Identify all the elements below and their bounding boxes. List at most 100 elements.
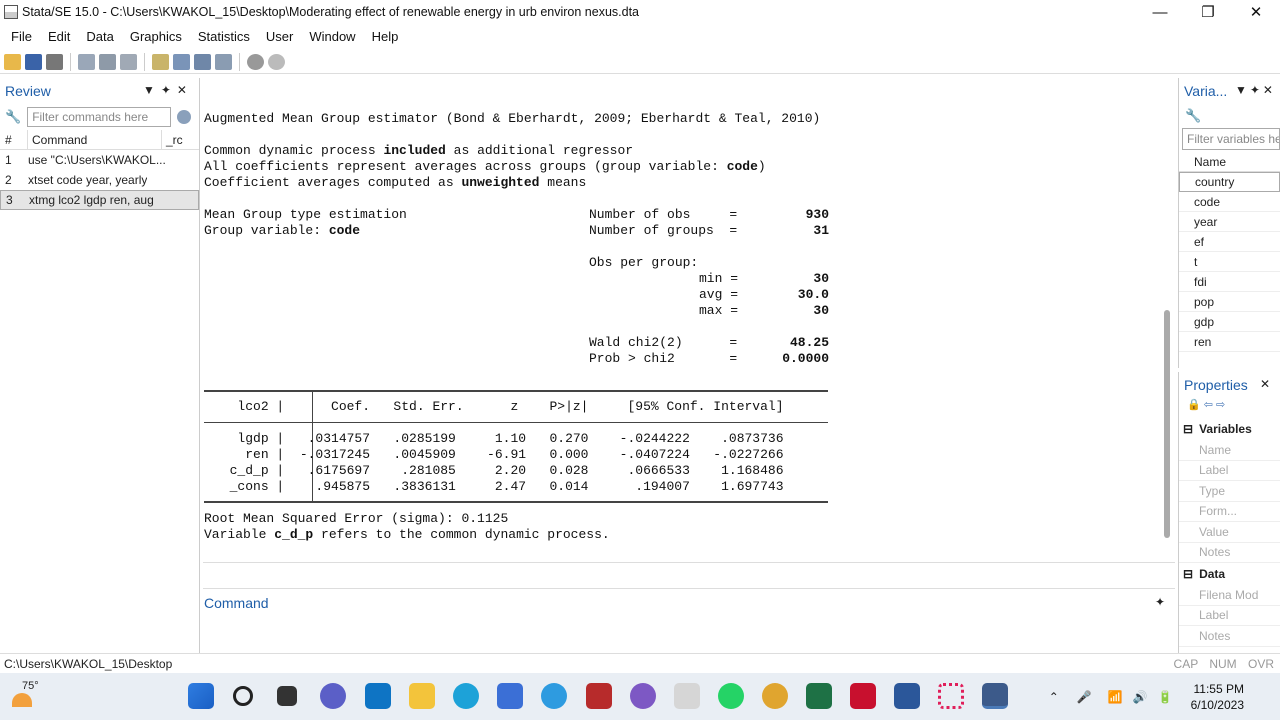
volume-icon[interactable]: 🔊 bbox=[1133, 690, 1148, 704]
command-panel[interactable]: Command ✦ bbox=[203, 588, 1175, 653]
variable-item[interactable]: fdi bbox=[1179, 272, 1280, 292]
edge-icon[interactable] bbox=[453, 683, 479, 709]
close-button[interactable]: ✕ bbox=[1232, 0, 1280, 24]
app-icon[interactable] bbox=[674, 683, 700, 709]
variable-item[interactable]: pop bbox=[1179, 292, 1280, 312]
slack-icon[interactable] bbox=[938, 683, 964, 709]
acrobat-icon[interactable] bbox=[850, 683, 876, 709]
help-icon[interactable] bbox=[541, 683, 567, 709]
properties-section-variables[interactable]: ⊟ Variables bbox=[1179, 418, 1280, 440]
data-editor-icon[interactable] bbox=[173, 53, 190, 70]
results-text-bold: included bbox=[383, 143, 446, 158]
word-icon[interactable] bbox=[894, 683, 920, 709]
review-filter-input[interactable]: Filter commands here bbox=[27, 107, 172, 127]
nobs-label: Number of obs = bbox=[589, 207, 738, 222]
properties-header: Properties ✕ bbox=[1179, 372, 1280, 398]
menu-file[interactable]: File bbox=[3, 29, 40, 44]
maximize-button[interactable]: ❐ bbox=[1184, 0, 1232, 24]
do-file-editor-icon[interactable] bbox=[152, 53, 169, 70]
battery-icon[interactable]: 🔋 bbox=[1158, 690, 1173, 704]
data-browser-icon[interactable] bbox=[194, 53, 211, 70]
open-icon[interactable] bbox=[4, 53, 21, 70]
whatsapp-icon[interactable] bbox=[718, 683, 744, 709]
results-heading: Augmented Mean Group estimator (Bond & E… bbox=[204, 111, 821, 126]
chrome-icon[interactable] bbox=[762, 683, 788, 709]
panel-controls[interactable]: ▼✦✕ bbox=[143, 83, 193, 97]
variable-item[interactable]: t bbox=[1179, 252, 1280, 272]
log-icon[interactable] bbox=[78, 53, 95, 70]
review-item[interactable]: 1 use "C:\Users\KWAKOL... bbox=[0, 150, 199, 170]
variable-item[interactable]: code bbox=[1179, 192, 1280, 212]
menu-help[interactable]: Help bbox=[364, 29, 407, 44]
property-row: Form... bbox=[1179, 502, 1280, 522]
wrench-icon[interactable]: 🔧 bbox=[5, 109, 21, 125]
search-icon[interactable] bbox=[233, 686, 253, 706]
results-text-bold: c_d_p bbox=[274, 527, 314, 542]
more-icon[interactable] bbox=[247, 53, 264, 70]
break-icon[interactable] bbox=[268, 53, 285, 70]
results-hscrollbar[interactable] bbox=[203, 562, 1175, 582]
menu-user[interactable]: User bbox=[258, 29, 301, 44]
avg-label: avg = bbox=[699, 287, 739, 302]
wifi-icon[interactable]: 📶 bbox=[1108, 690, 1123, 704]
review-item[interactable]: 2 xtset code year, yearly bbox=[0, 170, 199, 190]
review-item-selected[interactable]: 3 xtmg lco2 lgdp ren, aug bbox=[0, 190, 199, 210]
menu-window[interactable]: Window bbox=[301, 29, 363, 44]
variable-item[interactable]: year bbox=[1179, 212, 1280, 232]
save-icon[interactable] bbox=[25, 53, 42, 70]
properties-section-data[interactable]: ⊟ Data bbox=[1179, 563, 1280, 585]
viewer-icon[interactable] bbox=[99, 53, 116, 70]
variables-manager-icon[interactable] bbox=[215, 53, 232, 70]
microphone-icon[interactable]: 🎤 bbox=[1077, 690, 1092, 704]
wald-label: Wald chi2(2) = bbox=[589, 335, 738, 350]
windows-start-icon[interactable] bbox=[188, 683, 214, 709]
scrollbar-thumb[interactable] bbox=[1164, 310, 1170, 538]
section-label: Variables bbox=[1199, 422, 1252, 436]
minimize-button[interactable]: — bbox=[1136, 0, 1184, 24]
app-icon[interactable] bbox=[630, 683, 656, 709]
menu-edit[interactable]: Edit bbox=[40, 29, 78, 44]
col-rc[interactable]: _rc bbox=[162, 133, 183, 147]
weather-widget[interactable]: 75° bbox=[8, 679, 40, 711]
wrench-icon[interactable]: 🔧 bbox=[1179, 104, 1280, 128]
ngroups-label: Number of groups = bbox=[589, 223, 738, 238]
variable-item[interactable]: gdp bbox=[1179, 312, 1280, 332]
store-icon[interactable] bbox=[497, 683, 523, 709]
review-item-cmd: xtset code year, yearly bbox=[28, 173, 148, 187]
graph-icon[interactable] bbox=[120, 53, 137, 70]
excel-icon[interactable] bbox=[806, 683, 832, 709]
col-num[interactable]: # bbox=[0, 130, 28, 149]
results-text: All coefficients represent averages acro… bbox=[204, 159, 727, 174]
stata-taskbar-icon[interactable] bbox=[982, 683, 1008, 709]
chevron-up-icon[interactable]: ⌃ bbox=[1049, 690, 1059, 704]
results-window[interactable]: Augmented Mean Group estimator (Bond & E… bbox=[203, 82, 1160, 562]
table-row: ren | -.0317245 .0045909 -6.91 0.000 -.0… bbox=[203, 447, 784, 462]
myhp-icon[interactable] bbox=[365, 683, 391, 709]
file-explorer-icon[interactable] bbox=[409, 683, 435, 709]
variable-item[interactable]: ren bbox=[1179, 332, 1280, 352]
col-command[interactable]: Command bbox=[28, 130, 162, 149]
variables-filter-input[interactable]: Filter variables he bbox=[1182, 128, 1280, 150]
results-scrollbar[interactable] bbox=[1160, 82, 1174, 562]
mcafee-icon[interactable] bbox=[586, 683, 612, 709]
menu-data[interactable]: Data bbox=[78, 29, 121, 44]
task-view-icon[interactable] bbox=[277, 686, 297, 706]
property-row: Label bbox=[1179, 461, 1280, 481]
variable-item[interactable]: country bbox=[1179, 172, 1280, 192]
close-icon[interactable]: ✕ bbox=[1260, 377, 1276, 391]
sun-icon bbox=[12, 693, 32, 707]
print-icon[interactable] bbox=[46, 53, 63, 70]
min-value: 30 bbox=[813, 271, 829, 286]
results-text-bold: unweighted bbox=[461, 175, 540, 190]
menu-statistics[interactable]: Statistics bbox=[190, 29, 258, 44]
teams-chat-icon[interactable] bbox=[320, 683, 346, 709]
variable-item[interactable]: ef bbox=[1179, 232, 1280, 252]
panel-controls[interactable]: ▼✦✕ bbox=[1235, 83, 1276, 97]
review-item-cmd: xtmg lco2 lgdp ren, aug bbox=[29, 193, 154, 207]
pin-icon[interactable]: ✦ bbox=[1155, 595, 1165, 609]
col-name[interactable]: Name bbox=[1179, 152, 1280, 172]
menu-graphics[interactable]: Graphics bbox=[122, 29, 190, 44]
info-icon[interactable] bbox=[177, 110, 192, 124]
clock[interactable]: 11:55 PM 6/10/2023 bbox=[1191, 681, 1280, 713]
properties-toolbar[interactable]: 🔒 ⇦ ⇨ bbox=[1179, 398, 1280, 418]
